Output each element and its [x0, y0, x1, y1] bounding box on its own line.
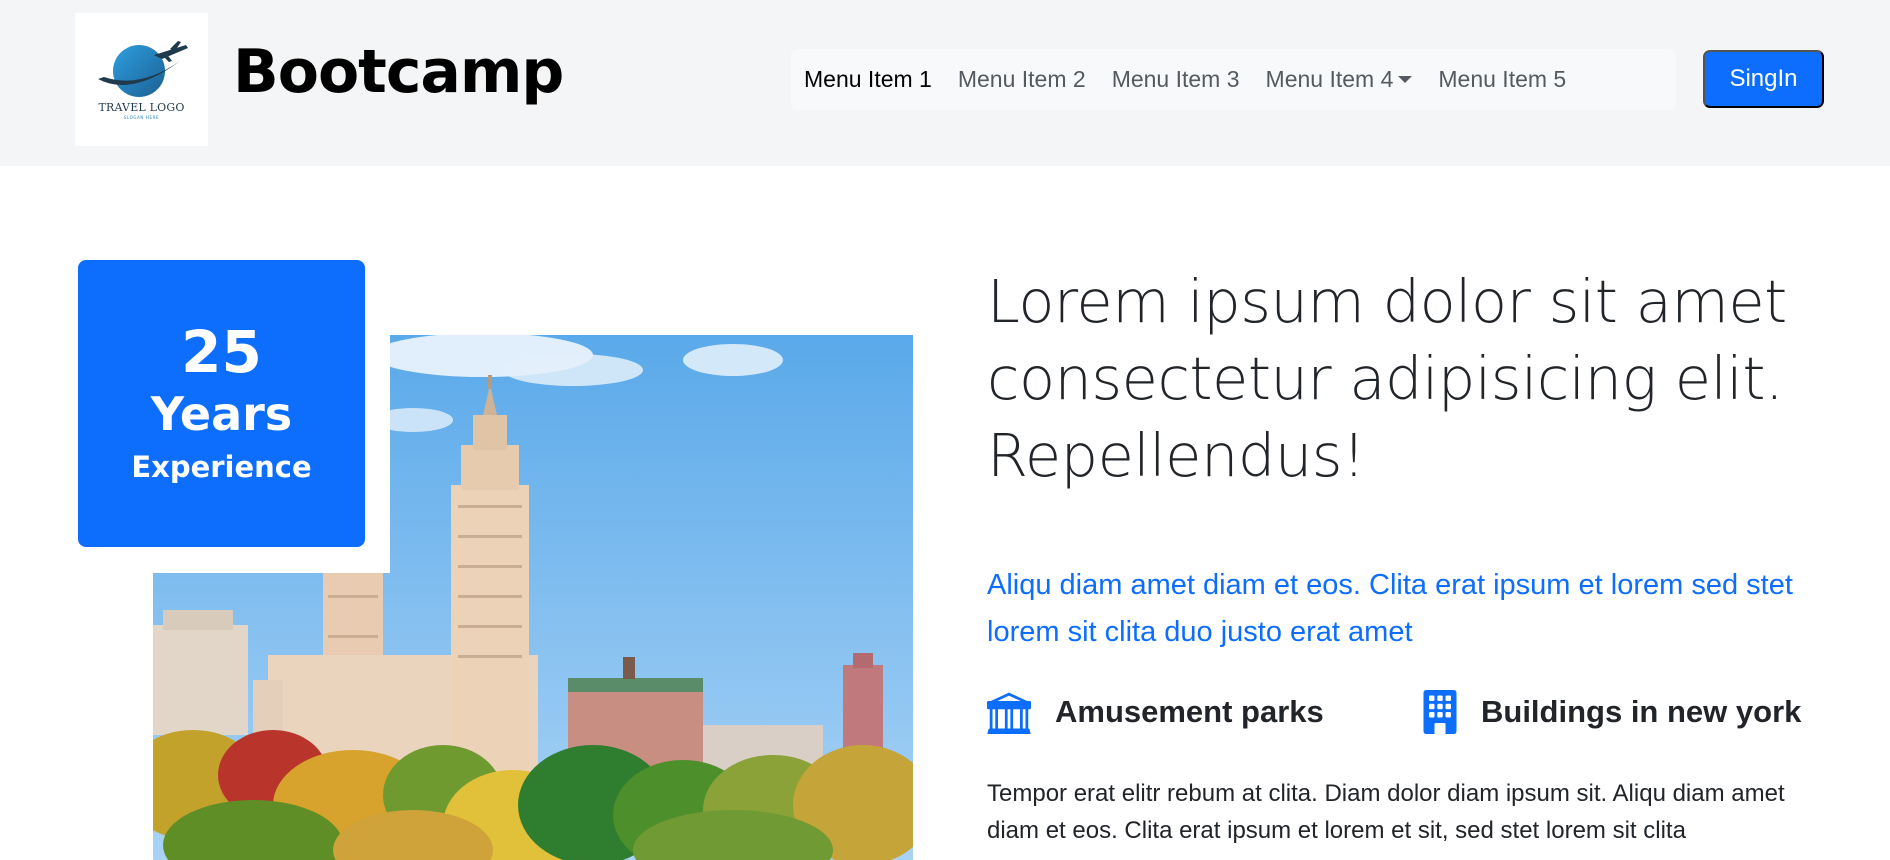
bank-icon: [987, 692, 1031, 734]
nav-item-3-label: Menu Item 3: [1111, 66, 1240, 92]
nav-item-1[interactable]: Menu Item 1: [804, 66, 932, 93]
experience-unit: Years: [150, 386, 293, 441]
experience-badge: 25 Years Experience: [78, 260, 365, 547]
nav-item-2[interactable]: Menu Item 2: [958, 66, 1086, 93]
main-nav: Menu Item 1 Menu Item 2 Menu Item 3 Menu…: [791, 49, 1676, 110]
nav-item-4-label: Menu Item 4: [1265, 66, 1394, 92]
experience-number: 25: [181, 317, 262, 386]
feature-buildings-new-york: Buildings in new york: [1423, 690, 1801, 734]
experience-label: Experience: [131, 449, 312, 484]
signin-button[interactable]: SingIn: [1703, 50, 1824, 108]
lead-paragraph: Aliqu diam amet diam et eos. Clita erat …: [987, 569, 1793, 648]
globe-plane-icon: [97, 41, 188, 97]
nav-item-5-label: Menu Item 5: [1438, 66, 1567, 92]
brand-title[interactable]: Bootcamp: [233, 35, 564, 109]
nav-item-1-label: Menu Item 1: [804, 66, 932, 92]
logo-slogan: SLOGAN HERE: [123, 115, 160, 120]
site-header: TRAVEL LOGO SLOGAN HERE Bootcamp Menu It…: [0, 0, 1890, 166]
feature-label-amusement-parks: Amusement parks: [1055, 694, 1324, 729]
logo-text: TRAVEL LOGO: [98, 101, 185, 114]
page-headline: Lorem ipsum dolor sit amet consectetur a…: [987, 267, 1787, 490]
building-icon: [1423, 690, 1457, 734]
feature-amusement-parks: Amusement parks: [987, 690, 1324, 734]
nav-item-2-label: Menu Item 2: [957, 66, 1086, 92]
caret-down-icon: [1398, 76, 1413, 83]
nav-item-3[interactable]: Menu Item 3: [1112, 66, 1240, 93]
body-paragraph: Tempor erat elitr rebum at clita. Diam d…: [987, 780, 1785, 844]
nav-item-5[interactable]: Menu Item 5: [1438, 66, 1566, 93]
travel-logo[interactable]: TRAVEL LOGO SLOGAN HERE: [75, 13, 208, 146]
feature-label-buildings: Buildings in new york: [1481, 694, 1802, 729]
nav-item-4-dropdown[interactable]: Menu Item 4: [1266, 66, 1413, 93]
